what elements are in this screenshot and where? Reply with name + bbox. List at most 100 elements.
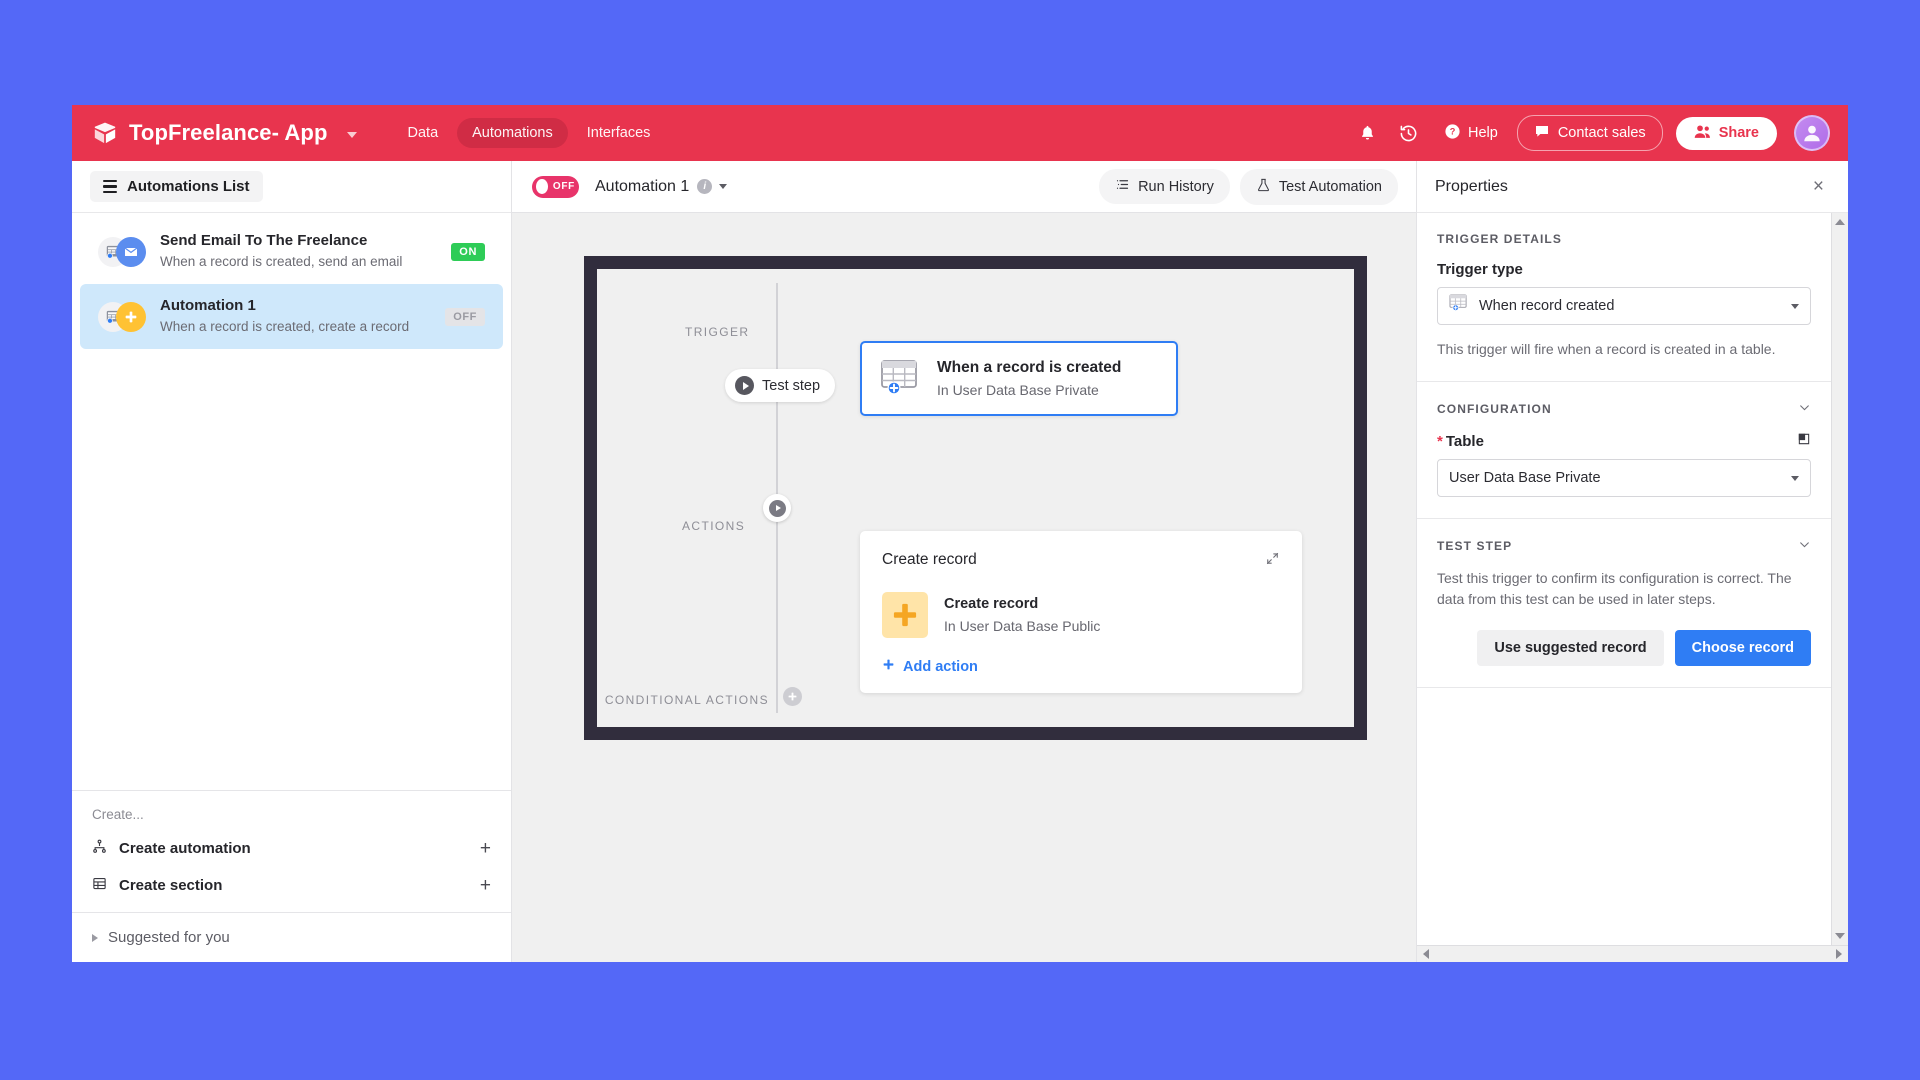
table-select[interactable]: User Data Base Private xyxy=(1437,459,1811,497)
app-window: TopFreelance- App Data Automations Inter… xyxy=(72,105,1848,962)
automations-list-button[interactable]: Automations List xyxy=(90,171,263,202)
play-icon xyxy=(735,376,754,395)
trigger-card-title: When a record is created xyxy=(937,359,1122,376)
automation-text: Automation 1 When a record is created, c… xyxy=(160,296,431,337)
automation-title: Send Email To The Freelance xyxy=(160,232,368,249)
bell-icon[interactable] xyxy=(1350,116,1384,150)
nav-item-data[interactable]: Data xyxy=(393,118,454,148)
properties-content-wrap: TRIGGER DETAILS Trigger type When record… xyxy=(1417,213,1848,962)
sidebar-header: Automations List xyxy=(72,161,511,213)
arrow-right-icon[interactable] xyxy=(1836,949,1842,959)
properties-header: Properties × xyxy=(1417,161,1848,213)
share-button[interactable]: Share xyxy=(1675,116,1777,150)
main-nav: Data Automations Interfaces xyxy=(393,118,666,148)
trigger-card-text: When a record is created In User Data Ba… xyxy=(937,358,1121,399)
configuration-label-text: CONFIGURATION xyxy=(1437,402,1552,416)
test-step-buttons: Use suggested record Choose record xyxy=(1437,630,1811,666)
automations-list-label: Automations List xyxy=(127,178,250,195)
arrow-left-icon[interactable] xyxy=(1423,949,1429,959)
properties-scroll-area: TRIGGER DETAILS Trigger type When record… xyxy=(1417,213,1848,945)
action-item-title: Create record xyxy=(944,595,1039,612)
create-section-row[interactable]: Create section + xyxy=(72,867,511,904)
action-card[interactable]: Create record Create record In User Data… xyxy=(860,531,1302,693)
canvas-toolbar: OFF Automation 1 i Run History Test Auto… xyxy=(512,161,1416,213)
sidebar-footer: Create... Create automation + Create sec… xyxy=(72,790,511,962)
action-item[interactable]: Create record In User Data Base Public xyxy=(882,592,1280,638)
use-suggested-record-button[interactable]: Use suggested record xyxy=(1477,630,1664,666)
list-item[interactable]: Send Email To The Freelance When a recor… xyxy=(80,219,503,284)
history-clock-icon[interactable] xyxy=(1391,116,1425,150)
create-section-label: Create section xyxy=(119,877,223,894)
trigger-card[interactable]: When a record is created In User Data Ba… xyxy=(860,341,1178,417)
hamburger-icon xyxy=(103,180,117,193)
run-history-button[interactable]: Run History xyxy=(1099,169,1230,204)
table-record-created-icon xyxy=(880,359,922,399)
test-step-label: TEST STEP xyxy=(1437,538,1811,554)
brand[interactable]: TopFreelance- App xyxy=(92,120,357,146)
chevron-down-icon[interactable] xyxy=(1798,538,1811,554)
chevron-down-icon[interactable] xyxy=(346,131,357,138)
trigger-type-value: When record created xyxy=(1479,298,1615,314)
properties-horizontal-scrollbar[interactable] xyxy=(1417,945,1848,962)
trigger-details-section: TRIGGER DETAILS Trigger type When record… xyxy=(1417,213,1831,382)
list-item[interactable]: Automation 1 When a record is created, c… xyxy=(80,284,503,350)
users-icon xyxy=(1694,124,1711,143)
nav-item-automations[interactable]: Automations xyxy=(457,118,568,148)
table-field-label: * Table xyxy=(1437,432,1811,450)
chevron-down-icon[interactable] xyxy=(1798,401,1811,417)
app-body: Automations List Send Email To The Freel… xyxy=(72,161,1848,962)
suggested-for-you-row[interactable]: Suggested for you xyxy=(72,912,511,962)
plus-circle-icon[interactable] xyxy=(783,687,802,706)
suggested-label: Suggested for you xyxy=(108,929,230,946)
create-automation-row[interactable]: Create automation + xyxy=(72,830,511,867)
automation-name[interactable]: Automation 1 xyxy=(595,178,689,196)
contact-sales-button[interactable]: Contact sales xyxy=(1516,115,1663,151)
help-button[interactable]: ? Help xyxy=(1432,116,1510,151)
properties-vertical-scrollbar[interactable] xyxy=(1831,213,1848,945)
add-action-button[interactable]: Add action xyxy=(882,658,1280,675)
choose-record-button[interactable]: Choose record xyxy=(1674,630,1811,666)
grid-table-icon xyxy=(92,876,107,895)
flow-canvas: TRIGGER ACTIONS CONDITIONAL ACTIONS Test… xyxy=(512,213,1416,962)
info-icon[interactable]: i xyxy=(697,179,713,194)
automation-icons xyxy=(98,300,146,334)
chat-bubble-icon xyxy=(1534,123,1550,143)
question-circle-icon: ? xyxy=(1444,123,1461,144)
user-avatar-icon[interactable] xyxy=(1794,115,1830,151)
close-icon[interactable]: × xyxy=(1807,173,1830,200)
add-automation-icon[interactable]: + xyxy=(480,839,491,858)
toggle-knob xyxy=(536,179,548,194)
top-bar: TopFreelance- App Data Automations Inter… xyxy=(72,105,1848,161)
nav-item-interfaces[interactable]: Interfaces xyxy=(572,118,666,148)
contact-sales-label: Contact sales xyxy=(1557,125,1646,141)
list-lines-icon xyxy=(1115,177,1130,196)
automation-text: Send Email To The Freelance When a recor… xyxy=(160,231,437,272)
trigger-type-label: Trigger type xyxy=(1437,261,1523,278)
collapse-arrows-icon[interactable] xyxy=(1265,551,1280,571)
svg-text:?: ? xyxy=(1450,126,1456,136)
required-mark: * xyxy=(1437,432,1443,450)
open-panel-icon[interactable] xyxy=(1797,432,1811,450)
arrow-up-icon[interactable] xyxy=(1835,219,1845,225)
chevron-down-icon[interactable] xyxy=(719,184,728,189)
trigger-help-text: This trigger will fire when a record is … xyxy=(1437,341,1776,357)
status-badge: ON xyxy=(451,242,485,261)
flow-inner: TRIGGER ACTIONS CONDITIONAL ACTIONS Test… xyxy=(597,269,1354,727)
automations-sidebar: Automations List Send Email To The Freel… xyxy=(72,161,512,962)
add-section-icon[interactable]: + xyxy=(480,876,491,895)
trigger-type-select[interactable]: When record created xyxy=(1437,287,1811,325)
automation-enable-toggle[interactable]: OFF xyxy=(532,175,579,198)
test-automation-button[interactable]: Test Automation xyxy=(1239,168,1398,205)
action-card-header: Create record xyxy=(882,551,1280,571)
test-step-button[interactable]: Test step xyxy=(725,369,836,402)
canvas-toolbar-actions: Run History Test Automation xyxy=(1099,168,1398,205)
automation-title: Automation 1 xyxy=(160,297,256,315)
chevron-down-icon xyxy=(1791,303,1799,309)
run-action-button[interactable] xyxy=(763,494,791,522)
conditional-actions-section-label: CONDITIONAL ACTIONS xyxy=(604,693,769,707)
arrow-down-icon[interactable] xyxy=(1835,933,1845,939)
run-history-label: Run History xyxy=(1138,178,1214,195)
trigger-card-subtitle: In User Data Base Private xyxy=(937,382,1099,399)
action-card-heading: Create record xyxy=(882,551,977,568)
cube-logo-icon xyxy=(92,120,118,146)
